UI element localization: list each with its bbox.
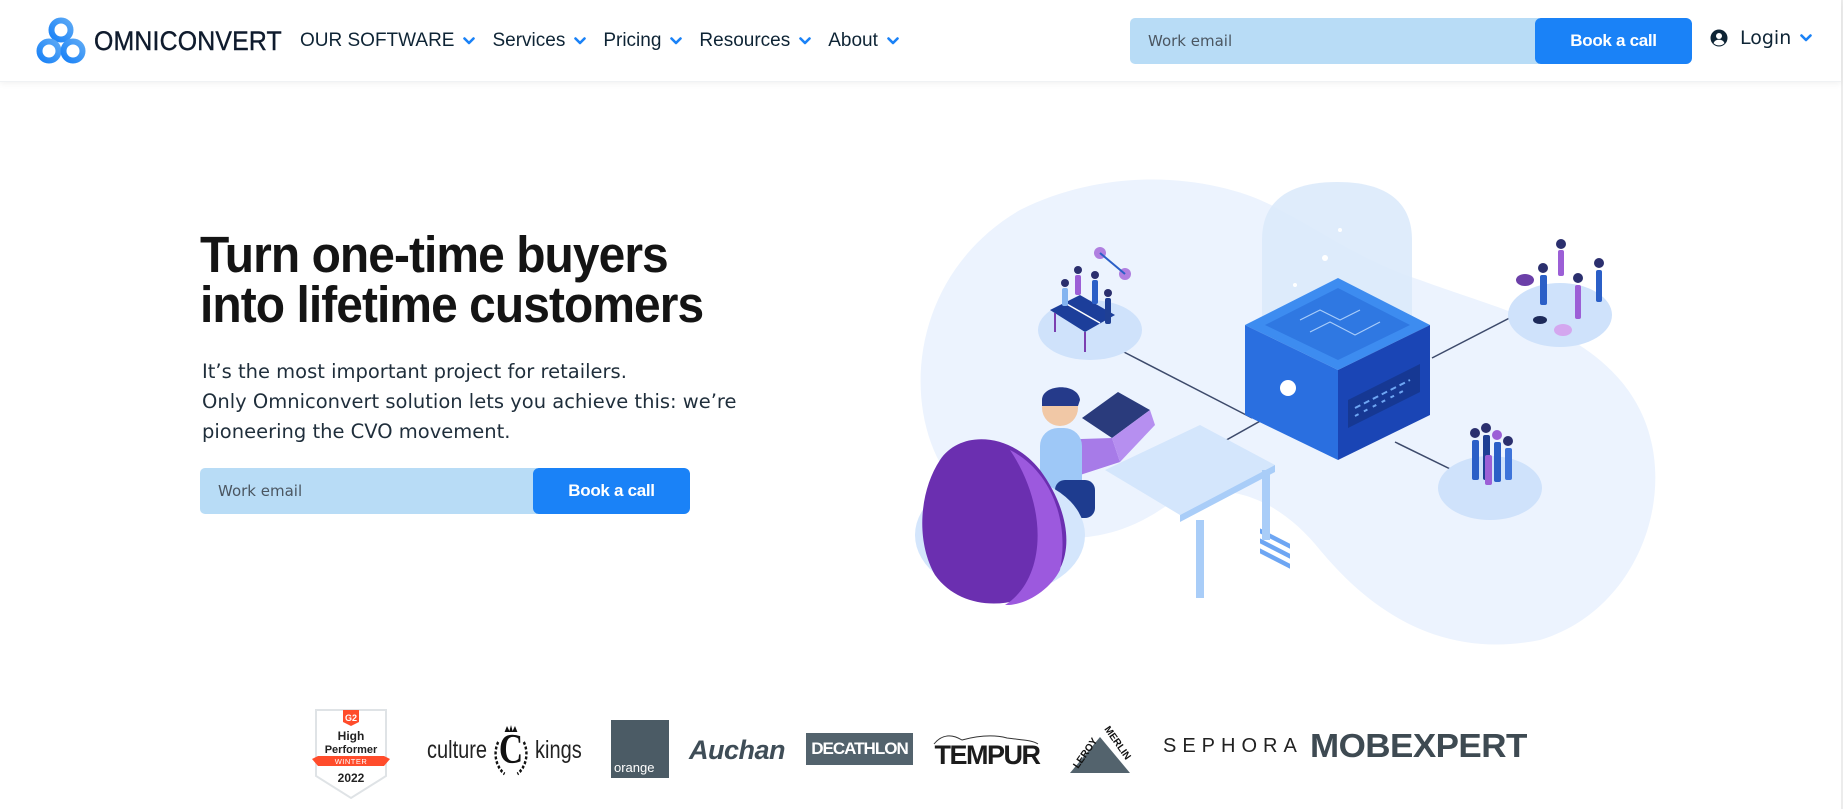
logo-text: MOBEXPERT bbox=[1310, 727, 1527, 764]
hero-title-line: into lifetime customers bbox=[200, 276, 704, 333]
brand-name: OMNICONVERT bbox=[94, 25, 282, 56]
g2-season: WINTER bbox=[335, 757, 368, 766]
logo-text: C bbox=[498, 727, 524, 773]
brand-logo[interactable]: OMNICONVERT bbox=[36, 17, 298, 65]
hero-title: Turn one-time buyers into lifetime custo… bbox=[200, 226, 704, 333]
login-menu[interactable]: Login bbox=[1710, 27, 1813, 49]
nav-label: Services bbox=[492, 30, 566, 51]
nav-label: OUR SOFTWARE bbox=[300, 30, 455, 51]
hero-description-line: It’s the most important project for reta… bbox=[202, 360, 627, 383]
nav-label: About bbox=[828, 30, 878, 51]
logo-culture-kings: culture C kings bbox=[427, 722, 582, 778]
hero-description-line: Only Omniconvert solution lets you achie… bbox=[202, 390, 737, 413]
login-label: Login bbox=[1740, 27, 1792, 49]
nav-resources[interactable]: Resources bbox=[699, 30, 812, 52]
header-signup-form: Book a call bbox=[1130, 18, 1692, 64]
chevron-down-icon bbox=[799, 37, 812, 45]
laurel-crown-icon: C bbox=[489, 722, 534, 778]
chevron-down-icon bbox=[463, 37, 476, 45]
logo-text: Auchan bbox=[689, 735, 786, 765]
user-circle-icon bbox=[1710, 29, 1728, 47]
g2-badge-icon: G2 High Performer WINTER 2022 bbox=[312, 709, 390, 800]
logo-text: SEPHORA bbox=[1163, 735, 1303, 757]
sparkle bbox=[1293, 283, 1297, 287]
header-book-call-button[interactable]: Book a call bbox=[1535, 18, 1692, 64]
logo-text: DECATHLON bbox=[811, 739, 908, 758]
nav-our-software[interactable]: OUR SOFTWARE bbox=[300, 30, 476, 52]
nav-label: Pricing bbox=[603, 30, 662, 51]
nav-pricing[interactable]: Pricing bbox=[603, 30, 683, 52]
g2-year: 2022 bbox=[338, 771, 365, 785]
logo-auchan: Auchan bbox=[689, 735, 786, 766]
logo-text: kings bbox=[535, 735, 582, 764]
sparkle bbox=[1322, 255, 1328, 261]
chevron-down-icon bbox=[1800, 34, 1813, 42]
logo-leroy-merlin: LEROY MERLIN bbox=[1058, 723, 1142, 775]
chevron-down-icon bbox=[574, 37, 587, 45]
logo-tempur: TEMPUR bbox=[932, 730, 1042, 770]
omniconvert-logo-icon bbox=[36, 17, 86, 64]
logo-orange: orange bbox=[611, 720, 669, 778]
g2-line1: High bbox=[338, 729, 365, 743]
nav-about[interactable]: About bbox=[828, 30, 899, 52]
site-header: OMNICONVERT OUR SOFTWARE Services Pricin… bbox=[0, 0, 1841, 82]
hero-title-line: Turn one-time buyers bbox=[200, 226, 669, 283]
client-logos-strip bbox=[0, 700, 1843, 809]
hero-description: It’s the most important project for reta… bbox=[202, 357, 742, 447]
nav-services[interactable]: Services bbox=[492, 30, 587, 52]
header-email-input[interactable] bbox=[1130, 18, 1539, 64]
chevron-down-icon bbox=[887, 37, 899, 45]
chevron-down-icon bbox=[670, 37, 683, 45]
hero-email-input[interactable] bbox=[200, 468, 537, 514]
logo-text: culture bbox=[427, 735, 488, 764]
logo-text: orange bbox=[614, 760, 655, 775]
sparkle bbox=[1338, 228, 1342, 232]
logo-sephora: SEPHORA bbox=[1163, 735, 1303, 758]
logo-mobexpert: MOBEXPERT bbox=[1310, 727, 1527, 765]
hero-illustration bbox=[915, 179, 1656, 645]
hero-signup-form: Book a call bbox=[200, 468, 690, 514]
g2-line2: Performer bbox=[325, 744, 378, 756]
g2-brand: G2 bbox=[345, 713, 357, 723]
sleeper-outline-icon bbox=[933, 735, 1039, 745]
main-nav: OUR SOFTWARE Services Pricing Resources … bbox=[300, 26, 916, 56]
hero-book-call-button[interactable]: Book a call bbox=[533, 468, 690, 514]
g2-high-performer-badge: G2 High Performer WINTER 2022 bbox=[312, 708, 390, 800]
hero-description-line: pioneering the CVO movement. bbox=[202, 420, 511, 443]
nav-label: Resources bbox=[699, 30, 791, 51]
logo-decathlon: DECATHLON bbox=[806, 733, 913, 765]
